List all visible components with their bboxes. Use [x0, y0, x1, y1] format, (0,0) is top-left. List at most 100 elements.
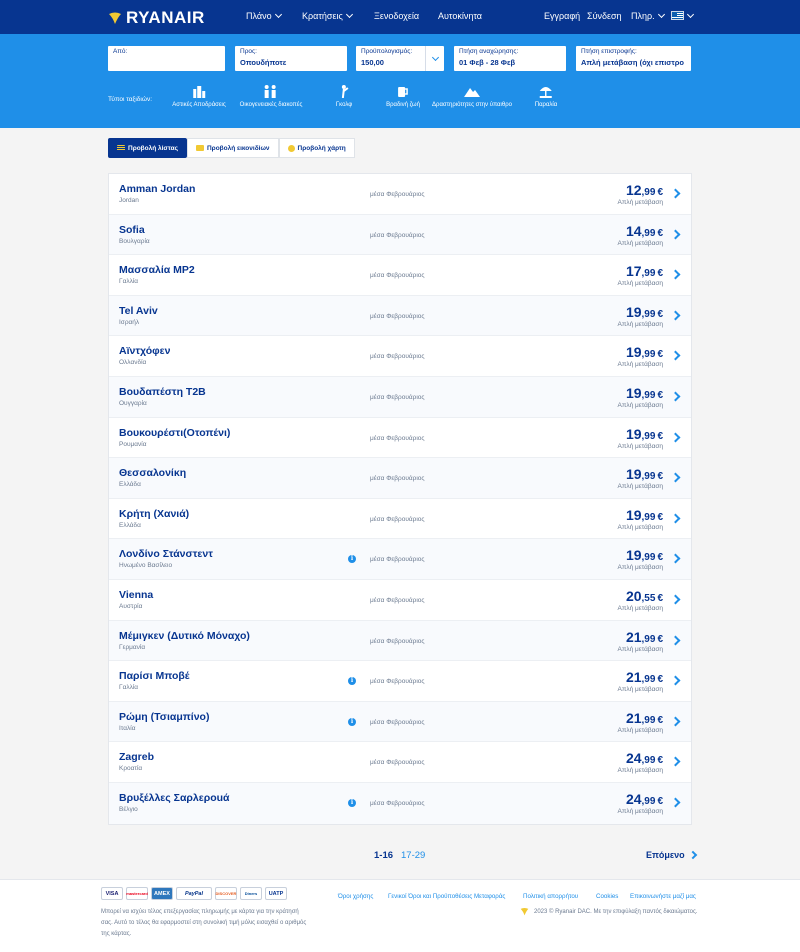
destination-country: Βέλγιο — [119, 805, 138, 813]
from-field[interactable]: Από: — [108, 46, 225, 71]
table-row[interactable]: Λονδίνο Στάνστεντ Ηνωμένο Βασίλειο i μέσ… — [109, 539, 691, 580]
nav-plan[interactable]: Πλάνο — [246, 10, 282, 21]
price-integer: 21 — [625, 628, 642, 645]
footer-link-carriage[interactable]: Γενικοί Όροι και Προϋποθέσεις Μεταφοράς — [388, 893, 505, 900]
destination-city: Tel Aviv — [119, 304, 158, 317]
login-label: Σύνδεση — [587, 11, 622, 21]
trip-golf[interactable]: Γκολφ — [336, 85, 352, 108]
price-currency: € — [657, 714, 663, 726]
tab-images-view[interactable]: Προβολή εικονιδίων — [186, 138, 279, 158]
footer-link-cookies[interactable]: Cookies — [596, 893, 618, 900]
chevron-right-icon[interactable] — [670, 635, 681, 645]
tab-map-view[interactable]: Προβολή χάρτη — [278, 138, 355, 158]
copyright: 2023 © Ryanair DAC. Με την επιφύλαξη παν… — [520, 907, 698, 916]
info-icon[interactable]: i — [348, 798, 356, 807]
price-currency: € — [657, 633, 663, 645]
chevron-right-icon[interactable] — [670, 188, 681, 199]
chevron-right-icon[interactable] — [670, 350, 681, 361]
trip-outdoors[interactable]: Δραστηριότητες στην ύπαιθρο — [432, 85, 512, 108]
price-integer: 17 — [625, 263, 642, 280]
fare-price: 21,99 € — [626, 710, 663, 728]
table-row[interactable]: Μέμιγκεν (Δυτικό Μόναχο) Γερμανία μέσα Φ… — [109, 620, 691, 662]
return-date-field[interactable]: Πτήση επιστροφής: Απλή μετάβαση (όχι επι… — [576, 46, 691, 71]
tab-list-view[interactable]: Προβολή λίστας — [108, 138, 187, 158]
destination-country: Ισραήλ — [119, 318, 140, 326]
table-row[interactable]: Κρήτη (Χανιά) Ελλάδα μέσα Φεβρουάριος 19… — [109, 499, 691, 540]
nav-hotels[interactable]: Ξενοδοχεία — [374, 11, 419, 21]
price-currency: € — [657, 389, 663, 401]
language-selector[interactable] — [671, 10, 695, 20]
chevron-right-icon[interactable] — [670, 594, 681, 605]
chevron-right-icon[interactable] — [670, 229, 681, 240]
info-icon[interactable]: i — [348, 717, 356, 726]
next-page-button[interactable]: Επόμενο — [646, 850, 697, 860]
table-row[interactable]: Sofia Βουλγαρία μέσα Φεβρουάριος 14,99 € … — [109, 214, 691, 256]
trip-family[interactable]: Οικογενειακές διακοπές — [239, 85, 303, 108]
departure-date-field[interactable]: Πτήση αναχώρησης: 01 Φεβ - 28 Φεβ — [454, 46, 566, 71]
chevron-right-icon[interactable] — [670, 310, 681, 321]
price-currency: € — [657, 471, 663, 483]
chevron-right-icon[interactable] — [670, 716, 681, 727]
chevron-right-icon[interactable] — [670, 472, 681, 483]
city-icon — [193, 86, 205, 98]
travel-period: μέσα Φεβρουάριος — [370, 434, 425, 442]
table-row[interactable]: Amman Jordan Jordan μέσα Φεβρουάριος 12,… — [109, 174, 691, 215]
chevron-right-icon[interactable] — [670, 553, 681, 564]
price-currency: € — [657, 430, 663, 442]
fare-type: Απλή μετάβαση — [617, 726, 664, 734]
table-row[interactable]: Θεσσαλονίκη Ελλάδα μέσα Φεβρουάριος 19,9… — [109, 458, 691, 499]
info-icon[interactable]: i — [348, 677, 356, 686]
fare-type: Απλή μετάβαση — [617, 564, 664, 572]
table-row[interactable]: Tel Aviv Ισραήλ μέσα Φεβρουάριος 19,99 € … — [109, 295, 691, 337]
mountain-icon — [463, 88, 480, 97]
more-menu[interactable]: Πληρ. — [631, 10, 665, 21]
budget-dropdown-button[interactable] — [425, 46, 444, 71]
trip-beach[interactable]: Παραλία — [534, 85, 558, 108]
table-row[interactable]: Zagreb Κροατία μέσα Φεβρουάριος 24,99 € Α… — [109, 742, 691, 783]
trip-city-breaks[interactable]: Αστικές Αποδράσεις — [172, 85, 226, 108]
page-next-range[interactable]: 17-29 — [401, 850, 425, 861]
chevron-right-icon[interactable] — [670, 797, 681, 808]
table-row[interactable]: Ρώμη (Τσιαμπίνο) Ιταλία i μέσα Φεβρουάρι… — [109, 701, 691, 743]
nav-cars[interactable]: Αυτοκίνητα — [438, 11, 482, 21]
table-row[interactable]: Βουκουρέστι(Οτοπένι) Ρουμανία μέσα Φεβρο… — [109, 418, 691, 459]
to-field[interactable]: Προς: Οπουδήποτε — [235, 46, 347, 71]
image-icon — [195, 145, 204, 151]
chevron-right-icon[interactable] — [670, 756, 681, 767]
login-link[interactable]: Σύνδεση — [587, 11, 622, 21]
chevron-right-icon[interactable] — [670, 513, 681, 524]
table-row[interactable]: Μασσαλία MP2 Γαλλία μέσα Φεβρουάριος 17,… — [109, 255, 691, 296]
price-currency: € — [657, 268, 663, 280]
price-currency: € — [657, 308, 663, 320]
table-row[interactable]: Vienna Αυστρία μέσα Φεβρουάριος 20,55 € Α… — [109, 580, 691, 621]
fare-type: Απλή μετάβαση — [617, 807, 664, 815]
price-decimal: ,99 — [641, 755, 656, 767]
nav-bookings[interactable]: Κρατήσεις — [302, 10, 353, 21]
budget-field[interactable]: Προϋπολογισμός: 150,00 — [356, 46, 444, 71]
info-icon[interactable]: i — [348, 555, 356, 564]
price-decimal: ,99 — [641, 552, 656, 564]
chevron-right-icon[interactable] — [670, 432, 681, 443]
chevron-right-icon[interactable] — [670, 269, 681, 280]
table-row[interactable]: Παρίσι Μποβέ Γαλλία i μέσα Φεβρουάριος 2… — [109, 661, 691, 702]
trip-beach-label: Παραλία — [534, 102, 558, 108]
footer-link-privacy[interactable]: Πολιτική απορρήτου — [523, 893, 578, 900]
footer-link-terms[interactable]: Όροι χρήσης — [338, 893, 373, 900]
view-tabs: Προβολή λίστας Προβολή εικονιδίων Προβολ… — [108, 138, 355, 158]
fare-price: 19,99 € — [626, 507, 663, 525]
nightlife-icon — [398, 87, 409, 97]
table-row[interactable]: Βουδαπέστη T2B Ουγγαρία μέσα Φεβρουάριος… — [109, 376, 691, 418]
return-value: Απλή μετάβαση (όχι επιστρο — [581, 58, 684, 67]
ryanair-logo[interactable]: RYANAIR — [108, 8, 205, 28]
table-row[interactable]: Αϊντχόφεν Ολλανδία μέσα Φεβρουάριος 19,9… — [109, 336, 691, 377]
fare-price: 14,99 € — [626, 223, 663, 241]
chevron-right-icon[interactable] — [670, 391, 681, 402]
trip-family-label: Οικογενειακές διακοπές — [239, 102, 303, 108]
trip-nightlife[interactable]: Βραδινή ζωή — [386, 85, 420, 108]
footer-link-contact[interactable]: Επικοινωνήστε μαζί μας — [630, 893, 696, 900]
chevron-right-icon[interactable] — [670, 675, 681, 686]
table-row[interactable]: Βρυξέλλες Σαρλεροuά Βέλγιο i μέσα Φεβρου… — [109, 782, 691, 824]
chevron-down-icon — [345, 10, 353, 19]
destination-city: Μασσαλία MP2 — [119, 264, 195, 277]
register-link[interactable]: Εγγραφή — [544, 11, 580, 21]
